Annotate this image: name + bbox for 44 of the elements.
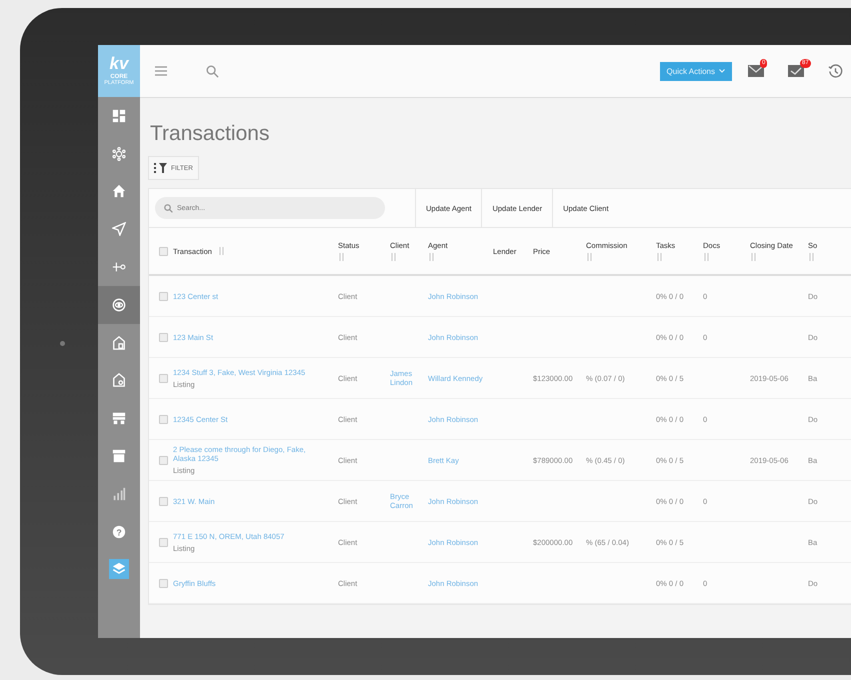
sort-icon[interactable] bbox=[750, 253, 757, 261]
sort-icon[interactable] bbox=[703, 253, 710, 261]
row-checkbox[interactable] bbox=[159, 456, 168, 464]
row-checkbox[interactable] bbox=[159, 374, 168, 382]
sort-icon[interactable] bbox=[338, 253, 345, 261]
filter-icon bbox=[154, 163, 168, 173]
page-title: Transactions bbox=[150, 122, 270, 146]
house-gear-icon bbox=[112, 373, 126, 388]
search-icon[interactable] bbox=[206, 64, 219, 78]
history-icon[interactable] bbox=[828, 64, 843, 78]
dashboard-icon bbox=[112, 108, 126, 123]
row-checkbox[interactable] bbox=[159, 538, 168, 546]
sidebar-item[interactable]: ? bbox=[98, 512, 140, 551]
send-icon bbox=[112, 222, 126, 236]
row-checkbox[interactable] bbox=[159, 414, 168, 424]
sort-icon[interactable] bbox=[656, 253, 663, 261]
row-checkbox[interactable] bbox=[159, 496, 168, 506]
house-document-icon bbox=[112, 336, 126, 350]
sort-icon[interactable] bbox=[808, 253, 815, 261]
bar-chart-icon bbox=[112, 486, 126, 501]
sort-icon[interactable] bbox=[390, 253, 397, 261]
chevron-down-icon bbox=[719, 69, 725, 73]
row-checkbox[interactable] bbox=[159, 292, 168, 300]
select-all-checkbox[interactable] bbox=[159, 246, 168, 256]
eye-icon bbox=[112, 298, 126, 312]
row-checkbox[interactable] bbox=[159, 578, 168, 588]
task-check-icon[interactable] bbox=[788, 65, 804, 77]
sort-icon[interactable] bbox=[428, 253, 435, 261]
quick-actions-button[interactable]: Quick Actions bbox=[660, 62, 732, 80]
sort-icon[interactable] bbox=[218, 247, 225, 255]
share-icon bbox=[112, 260, 126, 274]
network-icon bbox=[112, 146, 126, 161]
building-icon bbox=[112, 411, 126, 426]
mail-icon[interactable] bbox=[748, 65, 764, 77]
row-checkbox[interactable] bbox=[159, 332, 168, 342]
camera-dot bbox=[60, 341, 65, 346]
sidebar-item[interactable] bbox=[98, 286, 140, 324]
sort-icon[interactable] bbox=[586, 253, 593, 261]
home-icon bbox=[112, 184, 126, 198]
menu-icon[interactable] bbox=[154, 65, 168, 77]
search-icon bbox=[164, 204, 173, 213]
help-icon: ? bbox=[112, 524, 126, 539]
layers-icon bbox=[109, 559, 129, 580]
store-icon bbox=[112, 449, 126, 464]
